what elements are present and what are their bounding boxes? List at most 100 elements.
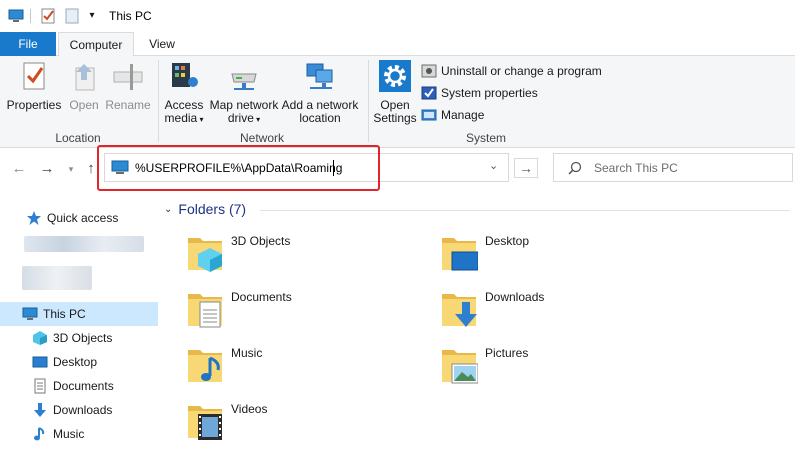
uninstall-program-button[interactable]: Uninstall or change a program [421, 62, 602, 80]
nav-item-music[interactable]: Music [0, 422, 158, 446]
up-arrow-icon[interactable]: ↑ [82, 160, 100, 178]
group-header-divider [260, 210, 790, 211]
folder-pictures[interactable]: Pictures [418, 342, 658, 390]
redacted-item [24, 236, 144, 252]
ribbon: Properties Open Rename Location Access me… [0, 56, 795, 148]
manage-icon [421, 109, 437, 121]
folder-name: Pictures [485, 346, 529, 360]
properties-button[interactable]: Properties [6, 60, 62, 112]
music-note-icon [34, 427, 45, 441]
system-properties-label: System properties [441, 86, 538, 100]
collapse-chevron-icon[interactable]: ⌄ [164, 204, 172, 215]
rename-button[interactable]: Rename [104, 60, 152, 112]
search-icon [568, 161, 582, 175]
group-label-system: System [465, 131, 506, 145]
videos-folder-icon [188, 406, 222, 440]
address-input[interactable] [135, 160, 475, 176]
open-label: Open [69, 98, 99, 112]
tab-view[interactable]: View [138, 32, 186, 56]
address-bar[interactable]: ⌄ [104, 153, 509, 182]
downloads-folder-icon [442, 294, 477, 327]
tab-computer[interactable]: Computer [58, 32, 134, 57]
nav-item-quick-access[interactable]: Quick access [0, 206, 158, 230]
nav-item-documents[interactable]: Documents [0, 374, 158, 398]
folder-name: 3D Objects [231, 234, 291, 248]
uninstall-label: Uninstall or change a program [441, 64, 602, 78]
recent-locations-chevron-icon[interactable]: ▾ [62, 160, 80, 178]
group-header-label: Folders (7) [178, 201, 247, 217]
uninstall-icon [421, 64, 437, 78]
rename-icon [113, 64, 143, 90]
folder-name: Videos [231, 402, 268, 416]
folder-name: Desktop [485, 234, 530, 248]
map-network-drive-label: Map network drive ▾ [209, 98, 279, 125]
network-drive-icon [231, 73, 257, 90]
star-icon [27, 211, 41, 225]
this-pc-icon [8, 9, 24, 22]
manage-button[interactable]: Manage [421, 106, 484, 124]
address-history-chevron-icon[interactable]: ⌄ [489, 159, 498, 172]
this-pc-address-icon [111, 160, 129, 174]
3d-objects-icon [33, 331, 47, 345]
nav-label: Music [53, 427, 85, 441]
map-network-drive-button[interactable]: Map network drive ▾ [208, 60, 280, 126]
nav-label: Desktop [53, 355, 98, 369]
folder-name: Music [231, 346, 263, 360]
open-button[interactable]: Open [64, 60, 104, 112]
nav-item-this-pc[interactable]: This PC [0, 302, 158, 326]
navigation-pane: Quick access This PC 3D Objects Desktop … [0, 200, 158, 452]
group-label-network: Network [239, 131, 284, 145]
rename-label: Rename [105, 98, 151, 112]
folder-videos[interactable]: Videos [164, 398, 404, 446]
window-title: This PC [109, 9, 152, 23]
redacted-item [22, 266, 92, 290]
documents-icon [34, 378, 46, 394]
folder-name: Downloads [485, 290, 545, 304]
nav-label-quick-access: Quick access [47, 211, 119, 225]
nav-item-desktop[interactable]: Desktop [0, 350, 158, 374]
nav-label-this-pc: This PC [43, 307, 86, 321]
add-network-location-button[interactable]: Add a network location [280, 60, 360, 125]
open-settings-label: Open Settings [373, 98, 417, 125]
3d-objects-folder-icon [188, 238, 222, 272]
system-properties-button[interactable]: System properties [421, 84, 538, 102]
access-media-button[interactable]: Access media ▾ [162, 60, 206, 126]
folder-downloads[interactable]: Downloads [418, 286, 658, 334]
access-media-label: Access media ▾ [164, 98, 204, 125]
title-bar: ▾ This PC [0, 0, 795, 32]
back-arrow-icon[interactable]: ← [10, 160, 28, 178]
nav-item-3d-objects[interactable]: 3D Objects [0, 326, 158, 350]
go-arrow-icon[interactable]: → [514, 158, 538, 178]
search-input[interactable] [594, 160, 784, 176]
text-caret [333, 160, 334, 176]
new-folder-quick-icon[interactable] [64, 8, 80, 24]
desktop-folder-icon [442, 238, 478, 271]
access-media-icon [172, 63, 198, 87]
nav-label: 3D Objects [53, 331, 113, 345]
desktop-icon [32, 356, 48, 368]
documents-folder-icon [188, 294, 222, 328]
properties-icon [23, 62, 45, 90]
group-header-folders[interactable]: ⌄ Folders (7) [164, 200, 246, 218]
folder-documents[interactable]: Documents [164, 286, 404, 334]
gear-icon [379, 60, 411, 92]
download-arrow-icon [34, 403, 46, 417]
system-properties-icon [421, 86, 437, 100]
open-settings-button[interactable]: Open Settings [372, 60, 418, 125]
folder-music[interactable]: Music [164, 342, 404, 390]
group-label-location: Location [55, 131, 101, 145]
folder-desktop[interactable]: Desktop [418, 230, 658, 278]
folder-3d-objects[interactable]: 3D Objects [164, 230, 404, 278]
open-icon [75, 64, 95, 91]
search-box[interactable] [553, 153, 793, 182]
network-location-icon [306, 63, 333, 89]
add-network-location-label: Add a network location [281, 98, 359, 125]
nav-label: Downloads [53, 403, 113, 417]
properties-quick-icon[interactable] [40, 8, 56, 24]
music-folder-icon [188, 350, 222, 382]
this-pc-icon [22, 307, 38, 320]
tab-file[interactable]: File [0, 32, 56, 56]
nav-item-downloads[interactable]: Downloads [0, 398, 158, 422]
customize-toolbar-chevron-icon[interactable]: ▾ [84, 8, 100, 24]
forward-arrow-icon[interactable]: → [38, 160, 56, 178]
